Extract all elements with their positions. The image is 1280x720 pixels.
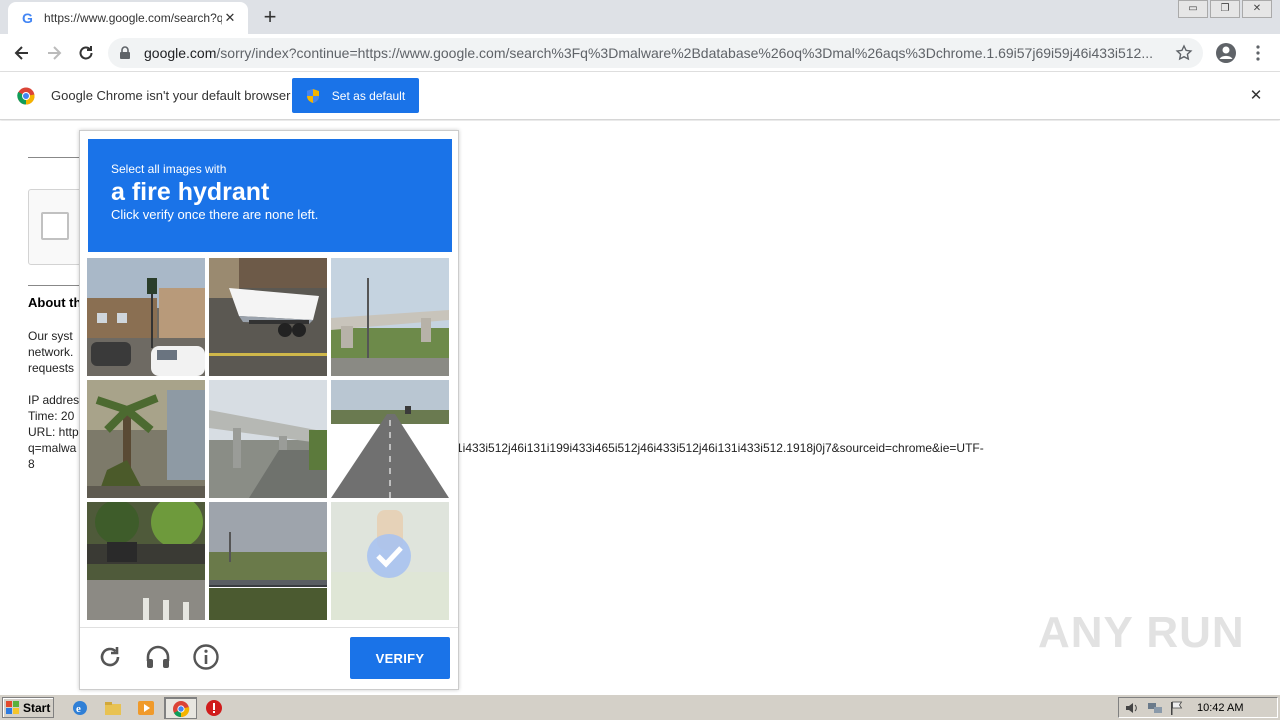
reload-icon: [79, 46, 93, 60]
recaptcha-challenge: Select all images with a fire hydrant Cl…: [79, 130, 459, 690]
top-divider: [28, 157, 80, 158]
url-line: URL: http: [28, 425, 79, 439]
infobar-close-icon[interactable]: ✕: [1248, 88, 1264, 104]
volume-icon[interactable]: [1125, 701, 1141, 715]
challenge-tile[interactable]: [331, 380, 449, 498]
action-center-flag-icon[interactable]: [1169, 701, 1185, 715]
challenge-tile[interactable]: [209, 380, 327, 498]
kebab-menu-icon: [1256, 45, 1260, 61]
paragraph-line: network.: [28, 345, 74, 359]
uac-shield-icon: [306, 88, 319, 103]
headphones-icon[interactable]: [144, 643, 172, 671]
footer-divider: [80, 627, 458, 628]
profile-icon[interactable]: [1214, 41, 1238, 65]
default-browser-infobar: Google Chrome isn't your default browser…: [0, 72, 1280, 120]
taskbar-chrome-button[interactable]: [164, 697, 197, 719]
folder-icon[interactable]: [104, 699, 122, 717]
lock-icon: [120, 46, 130, 59]
minimize-button[interactable]: ▭: [1178, 0, 1208, 18]
challenge-tile[interactable]: [87, 380, 205, 498]
bookmark-star-icon[interactable]: [1175, 44, 1193, 62]
windows-flag-icon: [6, 700, 19, 714]
about-heading: About th: [28, 295, 82, 310]
new-tab-button[interactable]: +: [258, 6, 282, 30]
tile-image-bridge: [209, 380, 327, 498]
start-label: Start: [23, 700, 51, 715]
info-icon[interactable]: [192, 643, 220, 671]
tile-image-street: [87, 258, 205, 376]
tile-image-field: [209, 502, 327, 620]
challenge-tile[interactable]: [331, 258, 449, 376]
tab-close-icon[interactable]: ✕: [222, 10, 238, 26]
forward-button[interactable]: [41, 40, 67, 66]
svg-text:e: e: [76, 703, 81, 715]
svg-text:G: G: [22, 10, 33, 26]
reload-challenge-icon[interactable]: [96, 643, 124, 671]
media-player-icon[interactable]: [137, 699, 155, 717]
chrome-logo-icon: [17, 87, 35, 105]
address-bar[interactable]: google.com/sorry/index?continue=https://…: [108, 38, 1203, 68]
internet-explorer-icon[interactable]: e: [71, 699, 89, 717]
paragraph-line: requests: [28, 361, 75, 375]
windows-taskbar: Start e 10:42 AM: [0, 694, 1280, 720]
challenge-tile[interactable]: [87, 258, 205, 376]
tile-image-highway: [331, 380, 449, 498]
recaptcha-checkbox[interactable]: [41, 212, 69, 240]
menu-button[interactable]: [1248, 41, 1268, 65]
browser-tab[interactable]: G https://www.google.com/search?q= ✕: [8, 2, 248, 34]
challenge-instruction: Select all images with: [111, 162, 227, 176]
chrome-icon: [173, 701, 190, 718]
network-icon[interactable]: [1147, 701, 1163, 715]
verify-button[interactable]: VERIFY: [350, 637, 450, 679]
paragraph-line: Our syst: [28, 329, 73, 343]
infobar-message: Google Chrome isn't your default browser: [51, 88, 291, 103]
start-button[interactable]: Start: [2, 697, 54, 718]
query-line-end: 1i433i512j46i131i199i433i465i512j46i433i…: [456, 441, 984, 455]
time-line: Time: 20: [28, 409, 75, 423]
browser-toolbar: google.com/sorry/index?continue=https://…: [0, 34, 1280, 72]
tab-strip: G https://www.google.com/search?q= ✕ + ▭…: [0, 0, 1280, 34]
restore-button[interactable]: ❐: [1210, 0, 1240, 18]
challenge-tile[interactable]: [209, 258, 327, 376]
tile-image-overpass: [331, 258, 449, 376]
back-button[interactable]: [9, 40, 35, 66]
url-text: google.com/sorry/index?continue=https://…: [144, 45, 1153, 61]
challenge-tile-selected[interactable]: [331, 502, 449, 620]
system-tray: 10:42 AM: [1118, 697, 1278, 718]
tile-image-trees: [87, 502, 205, 620]
anyrun-watermark: ANY RUN: [1038, 608, 1245, 657]
stop-icon[interactable]: [205, 699, 223, 717]
set-as-default-button[interactable]: Set as default: [292, 78, 419, 113]
query-line-last: 8: [28, 457, 35, 471]
challenge-target: a fire hydrant: [111, 178, 270, 206]
forward-arrow-icon: [48, 46, 62, 60]
ip-address-line: IP addres: [28, 393, 80, 407]
tile-image-hydrant: [331, 502, 449, 620]
set-as-default-label: Set as default: [331, 88, 406, 103]
back-arrow-icon: [14, 46, 28, 60]
clock: 10:42 AM: [1197, 701, 1244, 714]
reload-button[interactable]: [73, 40, 99, 66]
challenge-header: Select all images with a fire hydrant Cl…: [88, 139, 452, 252]
query-line-start: q=malwa: [28, 441, 77, 455]
mid-divider: [28, 285, 80, 286]
tile-image-palms: [87, 380, 205, 498]
close-window-button[interactable]: ✕: [1242, 0, 1272, 18]
tile-image-boat: [209, 258, 327, 376]
challenge-hint: Click verify once there are none left.: [111, 207, 319, 222]
challenge-tile[interactable]: [87, 502, 205, 620]
window-controls: ▭ ❐ ✕: [1176, 0, 1272, 18]
challenge-tile[interactable]: [209, 502, 327, 620]
tab-title: https://www.google.com/search?q=: [44, 11, 222, 25]
google-icon: G: [22, 10, 33, 26]
